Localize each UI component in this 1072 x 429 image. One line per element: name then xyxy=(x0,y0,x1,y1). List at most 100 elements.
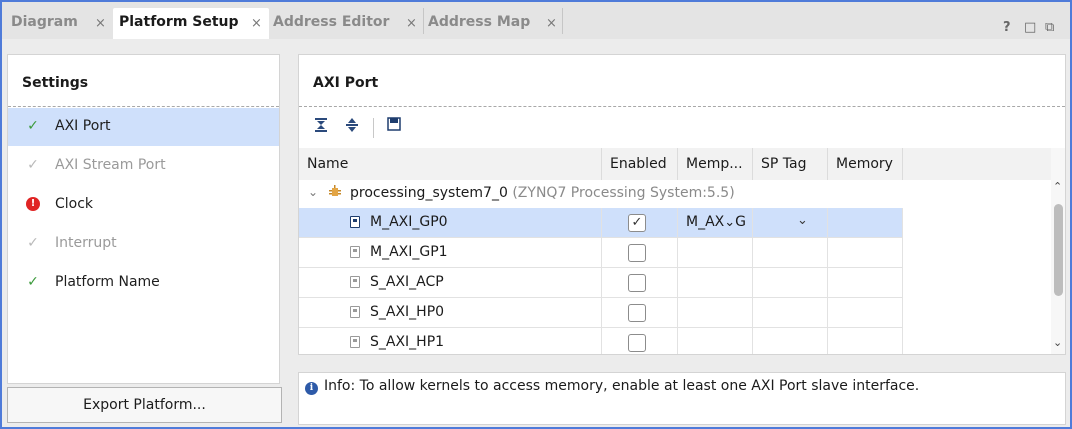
processing-system-row[interactable]: ⌄ processing_system7_0 (ZYNQ7 Processing… xyxy=(299,180,902,208)
port-icon xyxy=(350,306,360,318)
settings-item-label: Clock xyxy=(55,196,94,212)
settings-item-platform-name[interactable]: ✓ Platform Name xyxy=(8,264,279,302)
table-row[interactable]: S_AXI_ACP xyxy=(299,268,903,298)
tab-platform-setup-label: Platform Setup xyxy=(119,14,239,30)
tab-address-editor-label: Address Editor xyxy=(273,14,390,30)
settings-item-label: Platform Name xyxy=(55,274,160,290)
port-icon xyxy=(350,336,360,348)
table-row[interactable]: M_AXI_GP1 xyxy=(299,238,903,268)
collapse-all-icon[interactable] xyxy=(310,117,332,139)
column-header-name[interactable]: Name xyxy=(299,148,602,180)
port-name: S_AXI_HP1 xyxy=(370,334,445,350)
port-name: M_AXI_GP0 xyxy=(370,214,448,230)
scroll-thumb[interactable] xyxy=(1054,204,1063,296)
axi-port-table: Name Enabled Memp... SP Tag Memory ⌄ pro… xyxy=(299,148,1051,354)
check-icon: ✓ xyxy=(27,235,39,251)
table-cell xyxy=(299,268,602,298)
tab-platform-setup[interactable]: Platform Setup × xyxy=(113,8,269,39)
port-name: M_AXI_GP1 xyxy=(370,244,448,260)
expand-all-icon[interactable] xyxy=(341,117,363,139)
sp-tag-chevron-down-icon[interactable]: ⌄ xyxy=(797,213,808,228)
column-header-enabled[interactable]: Enabled xyxy=(602,148,678,180)
settings-title: Settings xyxy=(22,75,89,91)
table-cell xyxy=(828,328,903,354)
column-header-memport[interactable]: Memp... xyxy=(678,148,753,180)
vertical-scrollbar[interactable]: ⌃ ⌄ xyxy=(1051,148,1065,354)
processing-system-label: processing_system7_0 (ZYNQ7 Processing S… xyxy=(350,185,735,201)
table-cell xyxy=(678,268,753,298)
table-cell xyxy=(753,208,828,238)
export-platform-button[interactable]: Export Platform... xyxy=(7,387,282,423)
memport-value: M_AX xyxy=(686,214,725,230)
table-cell xyxy=(299,298,602,328)
tab-address-map-label: Address Map xyxy=(428,14,531,30)
table-cell xyxy=(299,208,602,238)
memport-dropdown[interactable]: M_AX⌄G xyxy=(686,214,746,230)
info-message: Info: To allow kernels to access memory,… xyxy=(324,378,920,394)
port-name: S_AXI_HP0 xyxy=(370,304,445,320)
table-row[interactable]: M_AXI_GP0 ✓ M_AX⌄G ⌄ xyxy=(299,208,903,238)
table-cell xyxy=(678,238,753,268)
column-header-sp-tag[interactable]: SP Tag xyxy=(753,148,828,180)
check-icon: ✓ xyxy=(27,118,39,134)
table-cell xyxy=(828,268,903,298)
tab-bar: Diagram × Platform Setup × Address Edito… xyxy=(2,2,1070,39)
tab-separator xyxy=(562,8,563,34)
info-panel: i Info: To allow kernels to access memor… xyxy=(298,372,1066,425)
maximize-icon[interactable]: □ xyxy=(1024,20,1036,35)
port-icon xyxy=(350,216,360,228)
enabled-checkbox[interactable] xyxy=(628,334,646,352)
axi-port-toolbar xyxy=(299,110,1065,146)
memport-chevron-down-icon[interactable]: ⌄ xyxy=(724,215,735,230)
tab-address-editor[interactable]: Address Editor × xyxy=(270,8,423,39)
tab-diagram-close-icon[interactable]: × xyxy=(95,16,106,31)
table-cell xyxy=(828,298,903,328)
settings-item-label: AXI Stream Port xyxy=(55,157,166,173)
scroll-up-icon[interactable]: ⌃ xyxy=(1053,180,1062,193)
enabled-checkbox[interactable] xyxy=(628,244,646,262)
error-icon: ! xyxy=(26,197,40,211)
processing-system-name: processing_system7_0 xyxy=(350,185,508,201)
table-cell xyxy=(678,328,753,354)
tab-diagram[interactable]: Diagram × xyxy=(2,8,112,39)
tab-diagram-label: Diagram xyxy=(11,14,78,30)
axi-port-divider xyxy=(299,106,1065,107)
enabled-checkbox[interactable] xyxy=(628,304,646,322)
settings-item-interrupt[interactable]: ✓ Interrupt xyxy=(8,225,279,263)
table-cell xyxy=(753,298,828,328)
tab-address-map-close-icon[interactable]: × xyxy=(546,16,557,31)
tab-address-map[interactable]: Address Map × xyxy=(424,8,562,39)
chevron-down-icon[interactable]: ⌄ xyxy=(308,185,318,199)
axi-port-panel: AXI Port Name Enabled Memp... SP Tag Mem… xyxy=(298,54,1066,355)
help-icon[interactable]: ? xyxy=(1003,20,1011,35)
column-header-memory[interactable]: Memory xyxy=(828,148,903,180)
settings-item-axi-stream-port[interactable]: ✓ AXI Stream Port xyxy=(8,147,279,185)
save-icon[interactable] xyxy=(383,117,405,139)
table-cell xyxy=(678,298,753,328)
table-row[interactable]: S_AXI_HP1 xyxy=(299,328,903,354)
table-cell xyxy=(828,238,903,268)
check-icon: ✓ xyxy=(27,157,39,173)
enabled-checkbox[interactable]: ✓ xyxy=(628,214,646,232)
table-row[interactable]: S_AXI_HP0 xyxy=(299,298,903,328)
tab-platform-setup-close-icon[interactable]: × xyxy=(251,16,262,31)
settings-divider xyxy=(8,106,279,107)
port-icon xyxy=(350,276,360,288)
settings-panel: Settings ✓ AXI Port ✓ AXI Stream Port ! … xyxy=(7,54,280,384)
settings-item-label: AXI Port xyxy=(55,118,111,134)
memport-value-suffix: G xyxy=(735,214,747,230)
axi-port-title: AXI Port xyxy=(313,75,379,91)
tab-address-editor-close-icon[interactable]: × xyxy=(406,16,417,31)
table-cell xyxy=(828,208,903,238)
platform-setup-window: Diagram × Platform Setup × Address Edito… xyxy=(2,2,1070,427)
ip-block-icon xyxy=(329,185,341,202)
settings-item-axi-port[interactable]: ✓ AXI Port xyxy=(8,108,279,146)
table-cell xyxy=(299,328,602,354)
float-icon[interactable]: ⧉ xyxy=(1045,20,1054,35)
port-icon xyxy=(350,246,360,258)
port-name: S_AXI_ACP xyxy=(370,274,444,290)
processing-system-description: (ZYNQ7 Processing System:5.5) xyxy=(512,185,735,201)
settings-item-clock[interactable]: ! Clock xyxy=(8,186,279,224)
enabled-checkbox[interactable] xyxy=(628,274,646,292)
scroll-down-icon[interactable]: ⌄ xyxy=(1053,336,1062,349)
